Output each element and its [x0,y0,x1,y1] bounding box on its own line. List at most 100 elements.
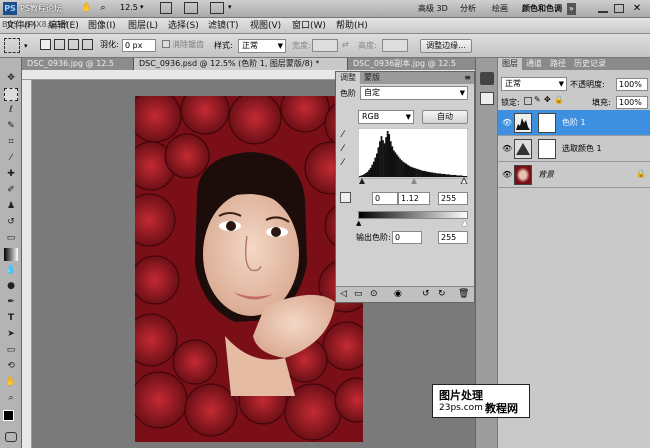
gray-point-eyedropper-icon[interactable]: ⁄ [342,144,344,154]
masks-dock-icon[interactable] [480,92,494,105]
eye-icon[interactable]: 👁 [502,118,512,127]
preset-dropdown-icon[interactable]: ▾ [24,42,28,50]
lock-all-icon[interactable]: 🔒 [554,95,564,104]
menu-window[interactable]: 窗口(W) [292,19,326,33]
grid-icon[interactable] [160,2,172,14]
lock-position-icon[interactable]: ✥ [544,95,551,104]
input-gamma-field[interactable]: 1.12 [398,192,430,205]
menu-filter[interactable]: 滤镜(T) [208,19,239,33]
hand-icon[interactable]: ✋ [80,2,94,15]
intersect-selection-icon[interactable] [82,39,93,50]
menu-help[interactable]: 帮助(H) [336,19,368,33]
eye-icon[interactable]: 👁 [502,170,512,179]
refine-edge-button[interactable]: 调整边缘... [420,39,472,53]
layer-background[interactable]: 👁 背景 🔒 [498,162,650,188]
quick-mask-icon[interactable] [5,432,17,442]
minimize-icon[interactable] [598,4,608,13]
white-point-eyedropper-icon[interactable]: ⁄ [342,158,344,168]
workspace-painting[interactable]: 绘画 [492,3,508,15]
arrange-dropdown-icon[interactable]: ▾ [228,3,232,11]
workspace-3d[interactable]: 高级 3D [418,3,448,15]
tab-history[interactable]: 历史记录 [570,58,610,70]
adjustments-dock-icon[interactable] [480,72,494,85]
lock-pixels-icon[interactable]: ✎ [534,95,541,104]
zoom-level[interactable]: 12.5 [120,3,138,12]
delete-adjustment-icon[interactable]: 🗑 [458,289,469,299]
input-white-field[interactable]: 255 [438,192,468,205]
clip-to-layer-icon[interactable]: ⊙ [370,289,378,299]
visibility-icon[interactable]: ◉ [394,289,402,299]
brush-tool-icon[interactable]: ✐ [4,184,18,197]
output-white-field[interactable]: 255 [438,231,468,244]
auto-button[interactable]: 自动 [422,110,468,124]
maximize-icon[interactable] [614,4,624,13]
document-image[interactable] [135,96,363,442]
workspace-more[interactable]: » [567,3,576,15]
tab-dsc0936-copy-jpg[interactable]: DSC_0936副本.jpg @ 12.5 [348,58,495,70]
antialias-checkbox[interactable] [162,40,170,48]
layer-levels-1[interactable]: 👁 色阶 1 [498,110,650,136]
eyedropper-tool-icon[interactable]: ⁄ [4,152,18,165]
gradient-tool-icon[interactable] [4,248,18,261]
output-black-field[interactable]: 0 [392,231,422,244]
menu-layer[interactable]: 图层(L) [128,19,158,33]
menu-file[interactable]: 文件(F) [6,19,36,33]
blend-mode-select[interactable]: 正常 ▼ [501,77,567,91]
zoom-dropdown-icon[interactable]: ▾ [140,3,144,11]
add-selection-icon[interactable] [54,39,65,50]
tab-masks[interactable]: 蒙版 [360,72,384,84]
new-selection-icon[interactable] [40,39,51,50]
marquee-preset-icon[interactable] [4,38,20,53]
rotate-view-icon[interactable] [184,2,198,14]
foreground-color-swatch[interactable] [3,410,14,421]
eye-icon[interactable]: 👁 [502,144,512,153]
width-input[interactable] [312,39,338,52]
eraser-tool-icon[interactable]: ▭ [4,232,18,245]
close-icon[interactable]: ✕ [630,2,644,15]
blur-tool-icon[interactable]: 💧 [4,264,18,277]
tab-dsc0936-psd[interactable]: DSC_0936.psd @ 12.5% (色阶 1, 图层蒙版/8) * [134,58,348,70]
feather-input[interactable]: 0 px [122,39,156,52]
fill-input[interactable]: 100% [616,96,648,109]
menu-select[interactable]: 选择(S) [168,19,199,33]
dodge-tool-icon[interactable]: ● [4,280,18,293]
pen-tool-icon[interactable]: ✒ [4,296,18,309]
menu-view[interactable]: 视图(V) [250,19,281,33]
zoom-tool-icon[interactable]: ⌕ [4,392,18,405]
black-point-eyedropper-icon[interactable]: ⁄ [342,130,344,140]
return-to-list-icon[interactable]: ◁ [340,289,347,299]
3d-rotate-tool-icon[interactable]: ⟲ [4,360,18,373]
swap-icon[interactable]: ⇄ [342,40,349,49]
output-black-slider[interactable]: ▲ [356,219,361,227]
shape-tool-icon[interactable]: ▭ [4,344,18,357]
tab-channels[interactable]: 通道 [522,58,546,70]
marquee-tool-icon[interactable] [4,88,18,101]
path-select-tool-icon[interactable]: ➤ [4,328,18,341]
hand-tool-icon[interactable]: ✋ [4,376,18,389]
tab-adjustments[interactable]: 调整 [336,72,360,84]
input-white-slider[interactable] [460,176,468,184]
view-previous-icon[interactable]: ↺ [422,289,430,299]
preset-select[interactable]: 自定 ▼ [360,86,468,100]
subtract-selection-icon[interactable] [68,39,79,50]
healing-brush-tool-icon[interactable]: ✚ [4,168,18,181]
move-tool-icon[interactable]: ✥ [4,72,18,85]
quick-select-tool-icon[interactable]: ✎ [4,120,18,133]
workspace-analysis[interactable]: 分析 [460,3,476,15]
menu-image[interactable]: 图像(I) [88,19,116,33]
lasso-tool-icon[interactable]: ℓ [4,104,18,117]
input-black-slider[interactable] [359,178,365,184]
output-white-slider[interactable]: ▲ [462,219,467,227]
input-black-field[interactable]: 0 [372,192,398,205]
layer-selective-color-1[interactable]: 👁 选取颜色 1 [498,136,650,162]
type-tool-icon[interactable]: T [4,312,18,325]
height-input[interactable] [382,39,408,52]
reset-icon[interactable]: ↻ [438,289,446,299]
zoom-icon[interactable]: ⌕ [96,2,110,15]
style-select[interactable]: 正常 ▼ [238,39,286,53]
panel-menu-icon[interactable]: ≡ [464,73,471,82]
history-brush-tool-icon[interactable]: ↺ [4,216,18,229]
arrange-documents-icon[interactable] [210,2,224,14]
crop-tool-icon[interactable]: ⌗ [4,136,18,149]
menu-edit[interactable]: 编辑(E) [48,19,79,33]
